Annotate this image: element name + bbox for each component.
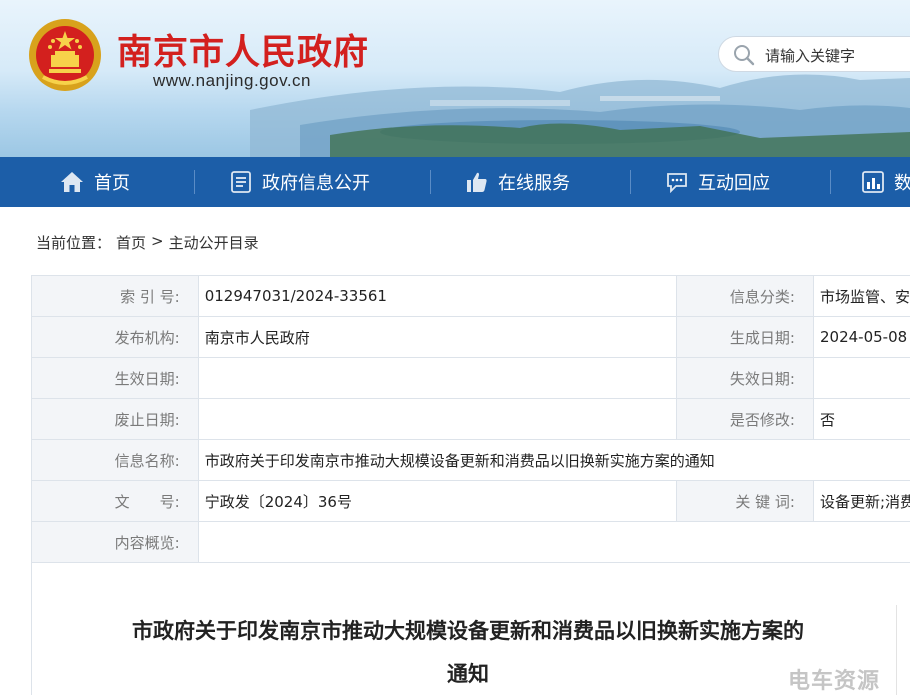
breadcrumb-separator: > [151,232,164,250]
nav-item-gov-info[interactable]: 政府信息公开 [230,157,370,207]
nav-item-label: 互动回应 [698,173,770,194]
table-row: 生效日期: 失效日期: [31,357,910,399]
index-number-value: 012947031/2024-33561 [197,275,678,317]
publisher-label: 发布机构: [31,316,199,358]
table-row: 发布机构: 南京市人民政府 生成日期: 2024-05-08 [31,316,910,358]
effective-date-value [197,357,678,399]
nav-divider [430,170,431,194]
summary-label: 内容概览: [31,521,199,563]
expire-date-value [812,357,910,399]
abolish-date-label: 废止日期: [31,398,199,440]
expire-date-label: 失效日期: [676,357,814,399]
search-icon[interactable] [733,44,755,66]
table-row: 索 引 号: 012947031/2024-33561 信息分类: 市场监管、安 [31,275,910,317]
document-number-value: 宁政发〔2024〕36号 [197,480,678,522]
main-nav: 首页 政府信息公开 在线服务 互动回应 数 [0,157,910,207]
publisher-value: 南京市人民政府 [197,316,678,358]
nav-item-home[interactable]: 首页 [60,157,130,207]
search-input[interactable]: 请输入关键字 [718,36,910,72]
national-emblem-icon [29,19,101,91]
thumbs-up-icon [467,172,487,192]
modified-label: 是否修改: [676,398,814,440]
nav-item-data[interactable]: 数 [862,157,910,207]
home-icon [61,172,83,192]
abolish-date-value [197,398,678,440]
created-date-value: 2024-05-08 [812,316,910,358]
document-title-line-2: 通知 [447,662,489,686]
nav-item-label: 政府信息公开 [262,173,370,194]
site-title[interactable]: 南京市人民政府 [117,24,369,75]
page: 南京市人民政府 www.nanjing.gov.cn 请输入关键字 首页 政府信… [0,0,910,695]
index-number-label: 索 引 号: [31,275,199,317]
breadcrumb-current-link[interactable]: 主动公开目录 [169,232,259,253]
modified-value: 否 [812,398,910,440]
document-title: 市政府关于印发南京市推动大规模设备更新和消费品以旧换新实施方案的 通知 [32,610,904,695]
header-banner: 南京市人民政府 www.nanjing.gov.cn 请输入关键字 [0,0,910,157]
effective-date-label: 生效日期: [31,357,199,399]
keywords-value: 设备更新;消费 [812,480,910,522]
chart-icon [862,171,884,193]
document-title-line-1: 市政府关于印发南京市推动大规模设备更新和消费品以旧换新实施方案的 [132,619,804,643]
keywords-label: 关 键 词: [676,480,814,522]
document-content: 市政府关于印发南京市推动大规模设备更新和消费品以旧换新实施方案的 通知 [31,562,910,695]
table-row: 废止日期: 是否修改: 否 [31,398,910,440]
breadcrumb-home-link[interactable]: 首页 [116,232,146,253]
summary-value [197,521,910,563]
chat-bubble-icon [667,173,687,193]
info-name-label: 信息名称: [31,439,199,481]
category-label: 信息分类: [676,275,814,317]
nav-item-label: 数 [894,173,910,194]
category-value: 市场监管、安 [812,275,910,317]
created-date-label: 生成日期: [676,316,814,358]
breadcrumb: 当前位置： 首页 > 主动公开目录 [36,232,259,253]
table-row: 文 号: 宁政发〔2024〕36号 关 键 词: 设备更新;消费 [31,480,910,522]
nav-divider [194,170,195,194]
document-number-label: 文 号: [31,480,199,522]
nav-item-label: 首页 [94,173,130,194]
breadcrumb-prefix: 当前位置： [36,234,112,252]
nav-item-label: 在线服务 [498,173,570,194]
search-placeholder: 请输入关键字 [765,47,856,65]
document-list-icon [231,171,251,193]
document-info-table: 索 引 号: 012947031/2024-33561 信息分类: 市场监管、安… [31,275,910,563]
table-row: 信息名称: 市政府关于印发南京市推动大规模设备更新和消费品以旧换新实施方案的通知 [31,439,910,481]
nav-item-interaction[interactable]: 互动回应 [666,157,770,207]
table-row: 内容概览: [31,521,910,563]
nav-divider [830,170,831,194]
watermark: 电车资源 [788,669,881,694]
nav-divider [630,170,631,194]
info-name-value: 市政府关于印发南京市推动大规模设备更新和消费品以旧换新实施方案的通知 [197,439,910,481]
nav-item-online-service[interactable]: 在线服务 [466,157,570,207]
site-url[interactable]: www.nanjing.gov.cn [153,71,311,91]
